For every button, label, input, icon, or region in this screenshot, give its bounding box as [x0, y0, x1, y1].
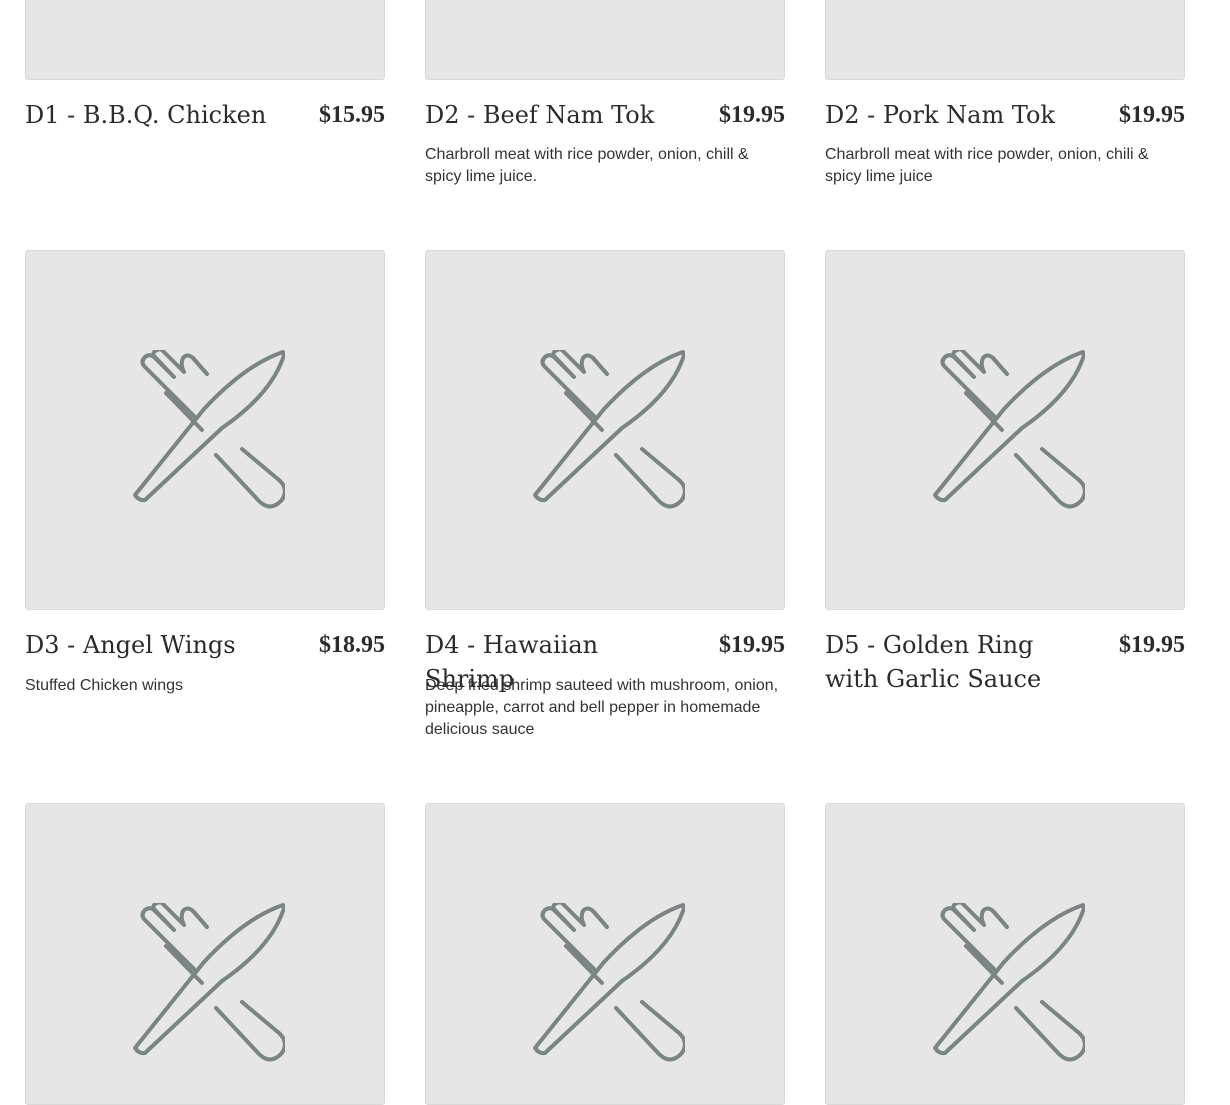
menu-item-image[interactable] [825, 803, 1185, 1105]
fork-knife-icon [933, 350, 1085, 509]
menu-item-name[interactable]: D3 - Angel Wings [25, 628, 275, 662]
menu-item-image[interactable] [25, 803, 385, 1105]
menu-item-name[interactable]: D2 - Beef Nam Tok [425, 98, 675, 132]
menu-item-description: Charbroll meat with rice powder, onion, … [425, 146, 749, 185]
fork-knife-icon [933, 903, 1085, 1062]
menu-grid: D1 - B.B.Q. Chicken $15.95 D2 - Beef Nam… [0, 0, 1230, 1105]
menu-item-image[interactable] [425, 0, 785, 80]
fork-knife-icon [533, 350, 685, 509]
menu-item-name[interactable]: D1 - B.B.Q. Chicken [25, 98, 275, 132]
menu-item-price: $19.95 [719, 102, 785, 128]
menu-item-price: $19.95 [1119, 102, 1185, 128]
menu-item-description: Deep fried shrimp sauteed with mushroom,… [425, 677, 779, 738]
menu-item-image[interactable] [825, 0, 1185, 80]
menu-item-price: $19.95 [1119, 632, 1185, 658]
menu-item-description: Stuffed Chicken wings [25, 677, 184, 694]
menu-item-price: $15.95 [319, 102, 385, 128]
fork-knife-icon [533, 903, 685, 1062]
menu-item-image[interactable] [425, 803, 785, 1105]
menu-item-price: $18.95 [319, 632, 385, 658]
menu-item-image[interactable] [25, 0, 385, 80]
menu-item-image[interactable] [25, 250, 385, 610]
menu-item-name[interactable]: D5 - Golden Ring with Garlic Sauce [825, 628, 1075, 696]
menu-item-image[interactable] [425, 250, 785, 610]
fork-knife-icon [133, 350, 285, 509]
fork-knife-icon [133, 903, 285, 1062]
menu-item-name[interactable]: D2 - Pork Nam Tok [825, 98, 1075, 132]
menu-item-price: $19.95 [719, 632, 785, 658]
menu-item-image[interactable] [825, 250, 1185, 610]
menu-item-description: Charbroll meat with rice powder, onion, … [825, 146, 1149, 185]
